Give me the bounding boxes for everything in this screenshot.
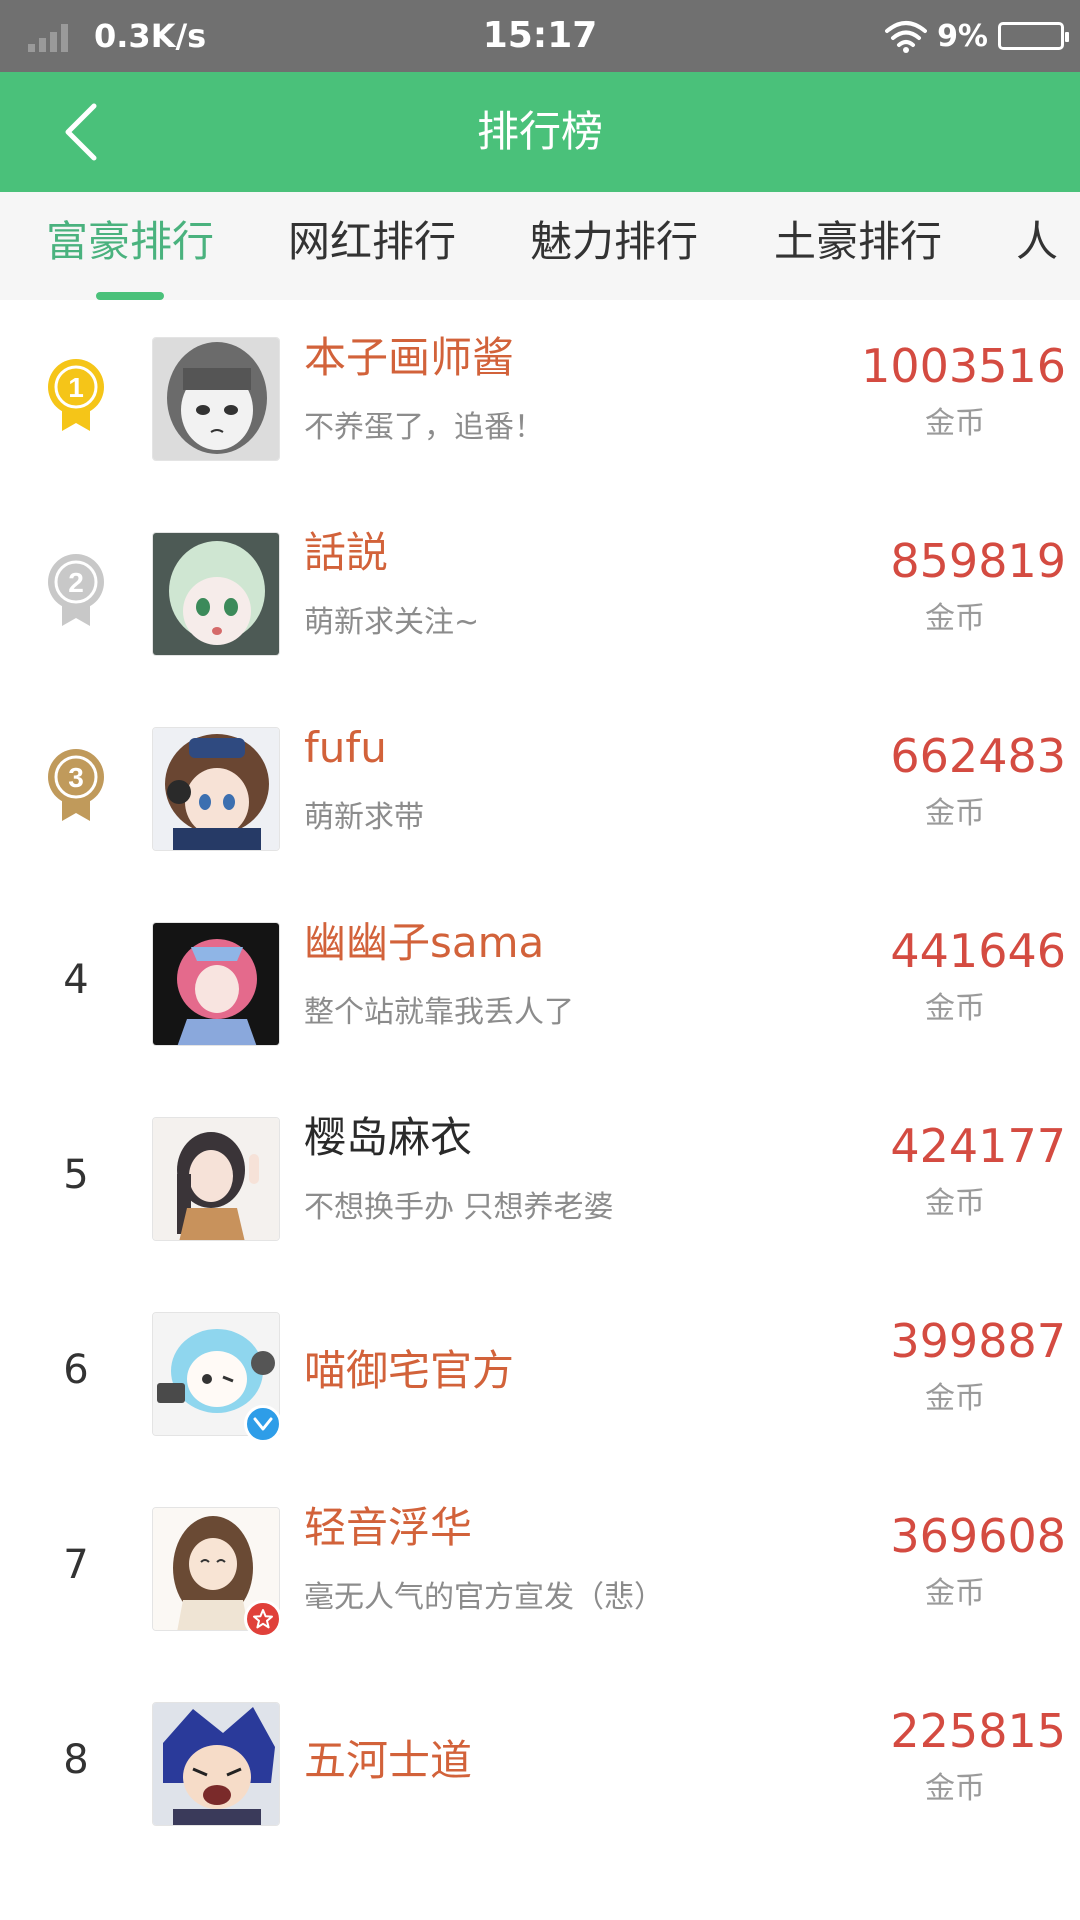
- rank-number: 6: [63, 1347, 89, 1393]
- user-bio: 不想换手办 只想养老婆: [304, 1190, 614, 1225]
- bronze-medal-icon: 3: [36, 745, 116, 825]
- avatar[interactable]: [152, 532, 280, 656]
- battery-percent: 9%: [937, 18, 988, 54]
- rank-number: 5: [63, 1152, 89, 1198]
- user-name[interactable]: fufu: [304, 720, 387, 776]
- tab-rich-ranking[interactable]: 富豪排行: [46, 192, 214, 300]
- avatar[interactable]: [152, 727, 280, 851]
- battery-icon: [998, 22, 1069, 50]
- coin-unit: 金币: [925, 991, 985, 1026]
- user-name[interactable]: 樱岛麻衣: [304, 1110, 472, 1166]
- user-name[interactable]: 本子画师酱: [304, 330, 514, 386]
- gold-medal-icon: 1: [36, 355, 116, 435]
- user-bio: 毫无人气的官方宣发（悲）: [304, 1580, 664, 1615]
- page-title: 排行榜: [476, 107, 603, 156]
- user-name[interactable]: 五河士道: [304, 1733, 472, 1789]
- coin-unit: 金币: [925, 1771, 985, 1806]
- tab-more-ranking[interactable]: 人: [1016, 192, 1058, 300]
- ranking-list: 1 本子画师酱 不养蛋了，追番！ 1003516 金币 2 話説 萌新求关注~ …: [0, 300, 1080, 1920]
- rank-number: 1: [68, 372, 84, 403]
- user-name[interactable]: 幽幽子sama: [304, 915, 544, 971]
- rank-number: 7: [63, 1542, 89, 1588]
- verified-badge-icon: [244, 1405, 282, 1443]
- star-badge-icon: [244, 1600, 282, 1638]
- rank-number: 2: [68, 567, 84, 598]
- coin-unit: 金币: [925, 1186, 985, 1221]
- list-item[interactable]: 3 fufu 萌新求带 662483 金币: [0, 690, 1080, 885]
- user-name[interactable]: 轻音浮华: [304, 1500, 472, 1556]
- list-item[interactable]: 5 樱岛麻衣 不想换手办 只想养老婆 424177 金币: [0, 1080, 1080, 1275]
- user-bio: 萌新求关注~: [304, 605, 480, 640]
- coin-unit: 金币: [925, 1576, 985, 1611]
- list-item[interactable]: 8 五河士道 225815 金币: [0, 1665, 1080, 1860]
- tab-influencer-ranking[interactable]: 网红排行: [288, 192, 456, 300]
- list-item[interactable]: 6 喵御宅官方 399887 金币: [0, 1275, 1080, 1470]
- avatar[interactable]: [152, 922, 280, 1046]
- rank-number: 8: [63, 1737, 89, 1783]
- tab-tycoon-ranking[interactable]: 土豪排行: [774, 192, 942, 300]
- rank-number: 4: [63, 957, 89, 1003]
- coin-count: 441646: [890, 924, 1066, 978]
- coin-count: 662483: [890, 729, 1066, 783]
- tab-indicator: [96, 292, 164, 300]
- list-item[interactable]: 2 話説 萌新求关注~ 859819 金币: [0, 495, 1080, 690]
- coin-count: 1003516: [861, 339, 1066, 393]
- coin-count: 369608: [890, 1509, 1066, 1563]
- chevron-left-icon: [65, 103, 97, 161]
- avatar[interactable]: [152, 1702, 280, 1826]
- wifi-icon: [885, 21, 928, 53]
- list-item[interactable]: 4 幽幽子sama 整个站就靠我丢人了 441646 金币: [0, 885, 1080, 1080]
- user-name[interactable]: 話説: [304, 525, 388, 581]
- user-bio: 萌新求带: [304, 800, 424, 835]
- user-name[interactable]: 喵御宅官方: [304, 1343, 514, 1399]
- coin-unit: 金币: [925, 601, 985, 636]
- tab-charm-ranking[interactable]: 魅力排行: [530, 192, 698, 300]
- coin-unit: 金币: [925, 406, 985, 441]
- coin-count: 399887: [890, 1314, 1066, 1368]
- avatar[interactable]: [152, 337, 280, 461]
- coin-unit: 金币: [925, 1381, 985, 1416]
- avatar[interactable]: [152, 1117, 280, 1241]
- coin-unit: 金币: [925, 796, 985, 831]
- user-bio: 不养蛋了，追番！: [304, 410, 544, 445]
- ranking-tabs: 富豪排行 网红排行 魅力排行 土豪排行 人: [0, 192, 1080, 300]
- status-bar: 0.3K/s 15:17 9%: [0, 0, 1080, 72]
- coin-count: 424177: [890, 1119, 1066, 1173]
- back-button[interactable]: [50, 100, 114, 164]
- app-bar: 排行榜: [0, 72, 1080, 192]
- user-bio: 整个站就靠我丢人了: [304, 995, 574, 1030]
- coin-count: 225815: [890, 1704, 1066, 1758]
- coin-count: 859819: [890, 534, 1066, 588]
- list-item[interactable]: 7 轻音浮华 毫无人气的官方宣发（悲） 369608 金币: [0, 1470, 1080, 1665]
- list-item[interactable]: 1 本子画师酱 不养蛋了，追番！ 1003516 金币: [0, 300, 1080, 495]
- rank-number: 3: [68, 762, 84, 793]
- silver-medal-icon: 2: [36, 550, 116, 630]
